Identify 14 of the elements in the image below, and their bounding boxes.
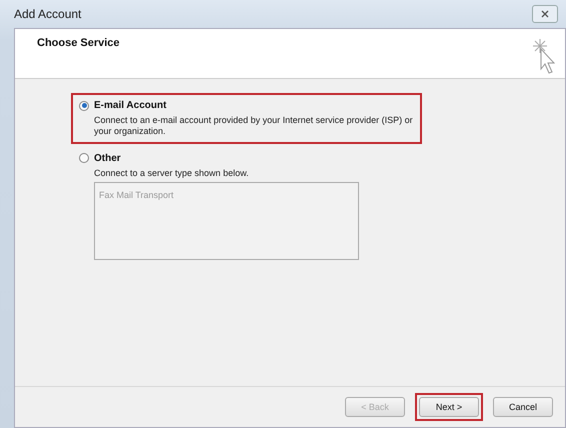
list-item[interactable]: Fax Mail Transport xyxy=(99,190,174,200)
option-label: Other xyxy=(94,152,121,164)
dialog-button[interactable]: Next > xyxy=(419,397,479,417)
close-icon xyxy=(541,10,549,18)
option-description: Connect to an e-mail account provided by your Internet service provider (ISP) or your organization. xyxy=(93,115,414,137)
dialog-button[interactable]: Cancel xyxy=(493,397,553,417)
radio-button[interactable] xyxy=(79,100,89,110)
window-title: Add Account xyxy=(14,7,82,21)
radio-button[interactable] xyxy=(79,153,89,164)
header-title: Choose Service xyxy=(37,37,120,51)
server-type-list[interactable]: Fax Mail Transport xyxy=(94,182,359,260)
option-description: Connect to a server type shown below. xyxy=(93,168,250,178)
close-button[interactable] xyxy=(532,5,558,23)
option-label: E-mail Account xyxy=(94,100,166,111)
